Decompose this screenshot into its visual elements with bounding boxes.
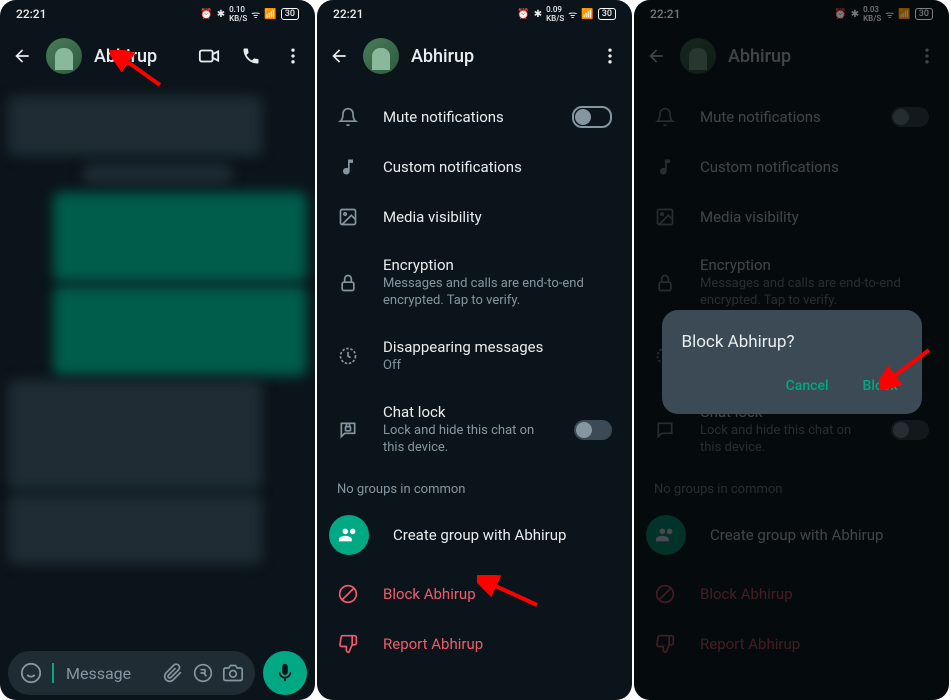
back-button[interactable] bbox=[10, 44, 34, 68]
media-visibility-row[interactable]: Media visibility bbox=[317, 192, 632, 242]
settings-body[interactable]: Mute notifications Custom notifications … bbox=[317, 84, 632, 700]
input-bar: Message bbox=[0, 646, 315, 700]
signal-icon: 📶 bbox=[264, 9, 276, 20]
bluetooth-icon: ✱ bbox=[217, 9, 225, 20]
music-note-icon bbox=[337, 156, 359, 178]
block-dialog-screen: 22:21 ⏰ ✱ 0.03KB/S ᯤ 📶 30 Abhirup Mute n… bbox=[634, 0, 949, 700]
mic-button[interactable] bbox=[263, 651, 307, 695]
info-header: Abhirup bbox=[317, 28, 632, 84]
thumbs-down-icon bbox=[337, 633, 359, 655]
block-icon bbox=[337, 583, 359, 605]
custom-notifications-row[interactable]: Custom notifications bbox=[317, 142, 632, 192]
input-placeholder: Message bbox=[66, 664, 153, 683]
signal-icon: 📶 bbox=[581, 9, 593, 20]
encryption-row[interactable]: EncryptionMessages and calls are end-to-… bbox=[317, 242, 632, 324]
message-out[interactable] bbox=[53, 286, 307, 376]
bluetooth-icon: ✱ bbox=[534, 9, 542, 20]
alarm-icon: ⏰ bbox=[200, 9, 212, 20]
status-time: 22:21 bbox=[16, 7, 46, 21]
avatar[interactable] bbox=[363, 38, 399, 74]
lock-icon bbox=[337, 272, 359, 294]
dialog-title: Block Abhirup? bbox=[682, 332, 902, 352]
message-in[interactable] bbox=[8, 96, 262, 156]
block-dialog: Block Abhirup? Cancel Block bbox=[662, 310, 922, 414]
more-button[interactable] bbox=[598, 44, 622, 68]
status-time: 22:21 bbox=[333, 7, 363, 21]
battery-icon: 30 bbox=[281, 8, 299, 20]
dialog-overlay[interactable]: Block Abhirup? Cancel Block bbox=[634, 0, 949, 700]
setting-label: Custom notifications bbox=[383, 158, 612, 176]
wifi-icon: ᯤ bbox=[568, 7, 577, 21]
block-button[interactable]: Block bbox=[859, 372, 902, 400]
disappearing-messages-row[interactable]: Disappearing messagesOff bbox=[317, 324, 632, 389]
dialog-actions: Cancel Block bbox=[682, 372, 902, 400]
back-button[interactable] bbox=[327, 44, 351, 68]
image-icon bbox=[337, 206, 359, 228]
header-actions bbox=[197, 44, 305, 68]
status-bar: 22:21 ⏰ ✱ 0.09KB/S ᯤ 📶 30 bbox=[317, 0, 632, 28]
emoji-icon[interactable] bbox=[20, 662, 42, 684]
message-input[interactable]: Message bbox=[8, 651, 255, 695]
no-groups-label: No groups in common bbox=[317, 470, 632, 501]
status-bar: 22:21 ⏰ ✱ 0.10KB/S ᯤ 📶 30 bbox=[0, 0, 315, 28]
contact-name: Abhirup bbox=[411, 46, 586, 67]
cancel-button[interactable]: Cancel bbox=[782, 372, 833, 400]
setting-label: Create group with Abhirup bbox=[393, 526, 566, 544]
block-label: Block Abhirup bbox=[383, 585, 476, 603]
video-call-button[interactable] bbox=[197, 44, 221, 68]
report-label: Report Abhirup bbox=[383, 635, 483, 653]
chat-lock-icon bbox=[337, 419, 359, 441]
timer-icon bbox=[337, 345, 359, 367]
status-icons: ⏰ ✱ 0.10KB/S ᯤ 📶 30 bbox=[200, 5, 299, 23]
payment-icon[interactable] bbox=[193, 663, 213, 683]
chat-screen: 22:21 ⏰ ✱ 0.10KB/S ᯤ 📶 30 Abhirup bbox=[0, 0, 315, 700]
chat-header: Abhirup bbox=[0, 28, 315, 84]
chatlock-toggle[interactable] bbox=[574, 420, 612, 440]
setting-label: EncryptionMessages and calls are end-to-… bbox=[383, 256, 612, 310]
text-cursor bbox=[52, 663, 54, 683]
message-in[interactable] bbox=[83, 164, 233, 184]
status-icons: ⏰ ✱ 0.09KB/S ᯤ 📶 30 bbox=[517, 5, 616, 23]
block-row[interactable]: Block Abhirup bbox=[317, 569, 632, 619]
create-group-icon bbox=[329, 515, 369, 555]
more-button[interactable] bbox=[281, 44, 305, 68]
setting-label: Mute notifications bbox=[383, 108, 548, 126]
contact-info-screen: 22:21 ⏰ ✱ 0.09KB/S ᯤ 📶 30 Abhirup Mute n… bbox=[317, 0, 632, 700]
chat-body[interactable] bbox=[0, 84, 315, 646]
report-row[interactable]: Report Abhirup bbox=[317, 619, 632, 669]
attach-icon[interactable] bbox=[163, 663, 183, 683]
alarm-icon: ⏰ bbox=[517, 9, 529, 20]
mute-notifications-row[interactable]: Mute notifications bbox=[317, 92, 632, 142]
setting-label: Media visibility bbox=[383, 208, 612, 226]
setting-label: Chat lockLock and hide this chat on this… bbox=[383, 403, 550, 457]
bell-icon bbox=[337, 106, 359, 128]
wifi-icon: ᯤ bbox=[251, 7, 260, 21]
setting-label: Disappearing messagesOff bbox=[383, 338, 612, 375]
contact-name[interactable]: Abhirup bbox=[94, 46, 185, 67]
camera-icon[interactable] bbox=[223, 663, 243, 683]
chat-lock-row[interactable]: Chat lockLock and hide this chat on this… bbox=[317, 389, 632, 471]
battery-icon: 30 bbox=[598, 8, 616, 20]
message-out[interactable] bbox=[53, 192, 307, 282]
message-in[interactable] bbox=[8, 380, 262, 490]
message-in[interactable] bbox=[8, 494, 262, 564]
create-group-row[interactable]: Create group with Abhirup bbox=[317, 501, 632, 569]
avatar[interactable] bbox=[46, 38, 82, 74]
mute-toggle[interactable] bbox=[572, 106, 612, 128]
voice-call-button[interactable] bbox=[239, 44, 263, 68]
